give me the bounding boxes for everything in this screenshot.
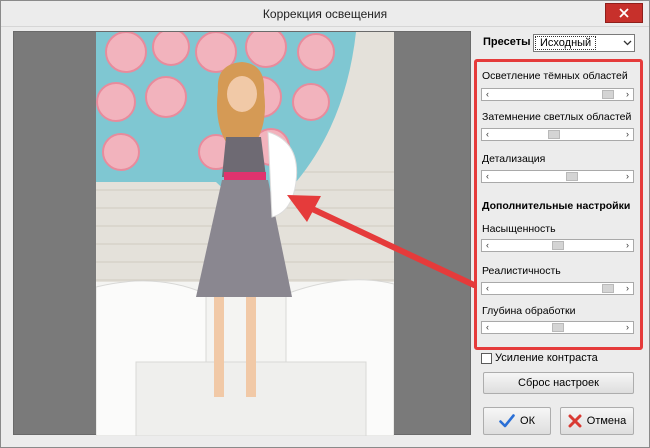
scroll-left-icon[interactable]: ‹ [482,240,493,251]
preset-row: Пресеты Исходный [483,34,635,52]
preset-label: Пресеты [483,36,531,48]
contrast-label: Усиление контраста [495,352,598,364]
ok-button-label: ОК [520,415,535,427]
slider-brighten-shadows[interactable]: ‹ › [481,88,634,101]
slider-thumb[interactable] [601,284,614,293]
advanced-settings-heading: Дополнительные настройки [482,200,631,212]
contrast-checkbox[interactable] [481,353,492,364]
dialog-window: Коррекция освещения Пресеты Исходный Осв… [0,0,650,448]
scroll-right-icon[interactable]: › [622,89,633,100]
slider-label-detail: Детализация [482,153,546,165]
scroll-left-icon[interactable]: ‹ [482,171,493,182]
slider-thumb[interactable] [565,172,578,181]
slider-processing-depth[interactable]: ‹ › [481,321,634,334]
slider-darken-highlights[interactable]: ‹ › [481,128,634,141]
scroll-right-icon[interactable]: › [622,129,633,140]
checkmark-icon [499,414,515,428]
preset-selected-value: Исходный [535,36,597,50]
cancel-x-icon [568,414,582,428]
slider-thumb[interactable] [547,130,560,139]
slider-detail[interactable]: ‹ › [481,170,634,183]
scroll-left-icon[interactable]: ‹ [482,283,493,294]
scroll-left-icon[interactable]: ‹ [482,129,493,140]
slider-label-brighten-shadows: Осветление тёмных областей [482,70,628,82]
scroll-right-icon[interactable]: › [622,240,633,251]
preview-photo [96,32,394,436]
contrast-enhancement-row[interactable]: Усиление контраста [481,352,641,366]
slider-label-processing-depth: Глубина обработки [482,305,576,317]
title-bar[interactable]: Коррекция освещения [1,1,649,27]
scroll-left-icon[interactable]: ‹ [482,322,493,333]
slider-realism[interactable]: ‹ › [481,282,634,295]
cancel-button-label: Отмена [586,415,627,427]
image-preview[interactable] [13,31,471,436]
slider-label-realism: Реалистичность [482,265,561,277]
scroll-right-icon[interactable]: › [622,322,633,333]
scroll-right-icon[interactable]: › [622,171,633,182]
preset-dropdown[interactable]: Исходный [533,34,635,52]
slider-label-saturation: Насыщенность [482,223,556,235]
chevron-down-icon [623,40,632,46]
reset-settings-button[interactable]: Сброс настроек [483,372,634,394]
scroll-right-icon[interactable]: › [622,283,633,294]
cancel-button[interactable]: Отмена [560,407,634,435]
window-title: Коррекция освещения [262,7,388,21]
reset-button-label: Сброс настроек [518,377,599,389]
slider-saturation[interactable]: ‹ › [481,239,634,252]
slider-label-darken-highlights: Затемнение светлых областей [482,111,632,123]
ok-button[interactable]: ОК [483,407,551,435]
slider-thumb[interactable] [601,90,614,99]
close-icon [619,8,629,18]
scroll-left-icon[interactable]: ‹ [482,89,493,100]
close-button[interactable] [605,3,643,23]
slider-thumb[interactable] [551,241,564,250]
slider-thumb[interactable] [551,323,564,332]
